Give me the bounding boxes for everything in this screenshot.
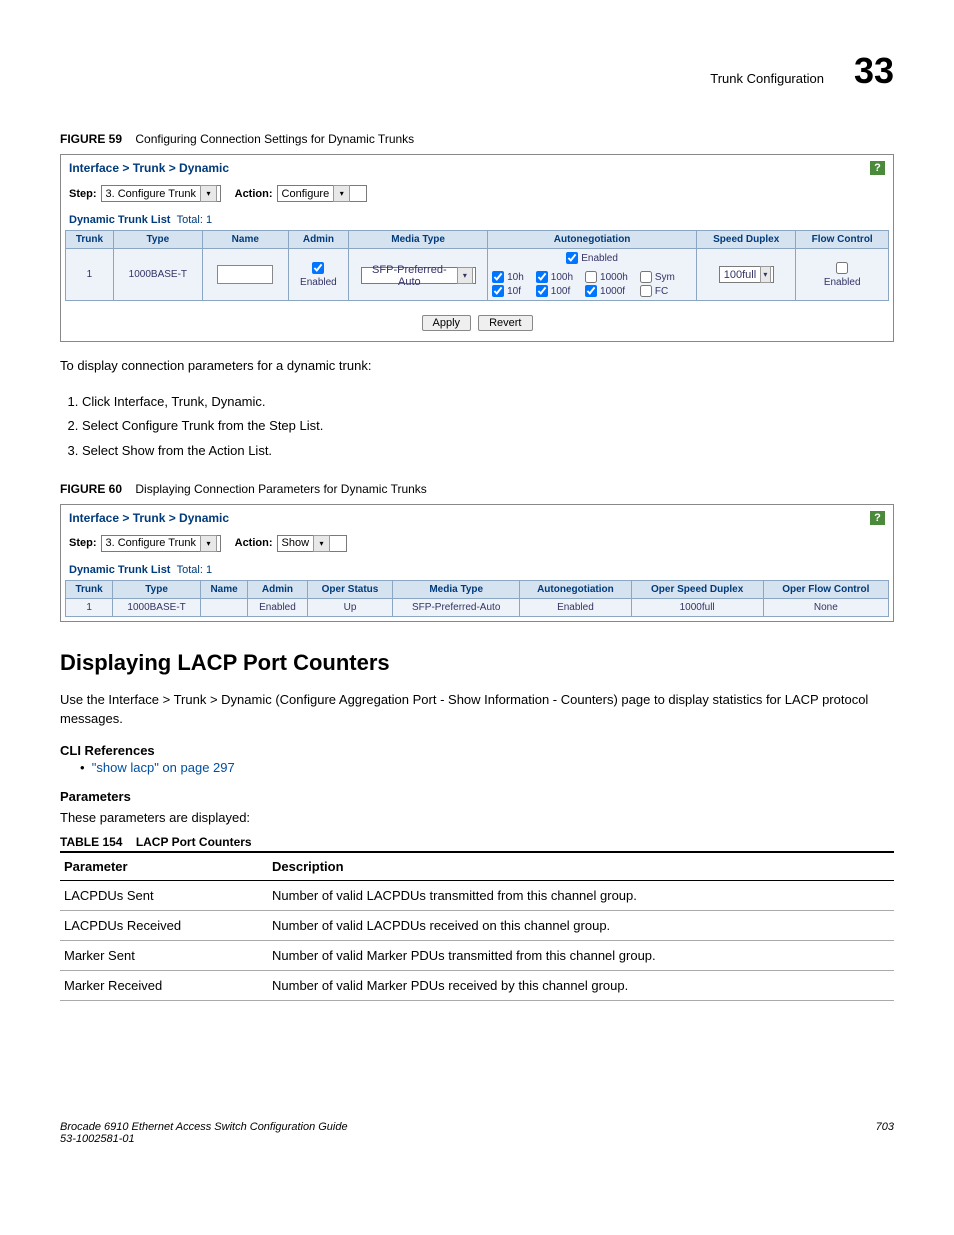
step-item: Select Show from the Action List.: [82, 439, 894, 464]
cli-references-head: CLI References: [60, 743, 894, 758]
step-item: Select Configure Trunk from the Step Lis…: [82, 414, 894, 439]
action-dropdown[interactable]: Show ▾: [277, 535, 347, 552]
footer-docnum: 53-1002581-01: [60, 1133, 348, 1145]
cli-link[interactable]: "show lacp" on page 297: [92, 760, 235, 775]
opt-fc[interactable]: [640, 285, 652, 297]
action-dropdown[interactable]: Configure ▾: [277, 185, 367, 202]
col-ospeed: Oper Speed Duplex: [631, 580, 763, 598]
col-trunk: Trunk: [66, 580, 113, 598]
list-total: Total: 1: [177, 214, 212, 226]
figure60-caption: FIGURE 60 Displaying Connection Paramete…: [60, 482, 894, 496]
admin-label: Enabled: [300, 277, 337, 288]
col-speed: Speed Duplex: [697, 231, 796, 249]
page-footer: Brocade 6910 Ethernet Access Switch Conf…: [60, 1121, 894, 1145]
step-item: Click Interface, Trunk, Dynamic.: [82, 390, 894, 415]
cell-type: 1000BASE-T: [113, 249, 202, 301]
col-type: Type: [113, 231, 202, 249]
opt-100f[interactable]: [536, 285, 548, 297]
opt-1000f[interactable]: [585, 285, 597, 297]
table-row: 1 1000BASE-T Enabled SFP-Preferred-Auto …: [66, 249, 889, 301]
col-name: Name: [202, 231, 288, 249]
step-dropdown[interactable]: 3. Configure Trunk ▾: [101, 535, 221, 552]
flow-checkbox[interactable]: [836, 262, 848, 274]
col-description: Description: [268, 852, 894, 881]
help-icon[interactable]: ?: [870, 161, 885, 175]
col-type: Type: [113, 580, 201, 598]
col-flow: Flow Control: [796, 231, 889, 249]
figure59-caption: FIGURE 59 Configuring Connection Setting…: [60, 132, 894, 146]
help-icon[interactable]: ?: [870, 511, 885, 525]
param-row: LACPDUs SentNumber of valid LACPDUs tran…: [60, 881, 894, 911]
list-title: Dynamic Trunk List: [69, 564, 170, 576]
opt-10h[interactable]: [492, 271, 504, 283]
col-auton: Autonegotiation: [488, 231, 697, 249]
apply-button[interactable]: Apply: [422, 315, 472, 331]
list-total: Total: 1: [177, 564, 212, 576]
col-media: Media Type: [393, 580, 520, 598]
chevron-down-icon: ▾: [200, 185, 217, 202]
opt-1000h[interactable]: [585, 271, 597, 283]
list-title: Dynamic Trunk List: [69, 214, 170, 226]
footer-title: Brocade 6910 Ethernet Access Switch Conf…: [60, 1121, 348, 1133]
chevron-down-icon: ▾: [200, 535, 217, 552]
step-label: Step:: [69, 537, 97, 549]
media-dropdown[interactable]: SFP-Preferred-Auto ▾: [361, 267, 476, 284]
breadcrumb: Interface > Trunk > Dynamic: [69, 161, 229, 175]
chevron-down-icon: ▾: [333, 185, 350, 202]
col-trunk: Trunk: [66, 231, 114, 249]
lacp-intro: Use the Interface > Trunk > Dynamic (Con…: [60, 690, 894, 729]
col-name: Name: [200, 580, 247, 598]
chevron-down-icon: ▾: [457, 267, 473, 284]
col-admin: Admin: [288, 231, 348, 249]
figure59-screenshot: Interface > Trunk > Dynamic ? Step: 3. C…: [60, 154, 894, 342]
figure60-title: Displaying Connection Parameters for Dyn…: [135, 482, 426, 496]
parameters-intro: These parameters are displayed:: [60, 808, 894, 828]
chapter-number: 33: [854, 50, 894, 92]
col-oper: Oper Status: [307, 580, 393, 598]
param-row: Marker SentNumber of valid Marker PDUs t…: [60, 941, 894, 971]
lacp-heading: Displaying LACP Port Counters: [60, 650, 894, 676]
figure59-label: FIGURE 59: [60, 132, 122, 146]
dynamic-trunk-table: Trunk Type Name Admin Media Type Autoneg…: [65, 230, 889, 301]
col-parameter: Parameter: [60, 852, 268, 881]
col-auton: Autonegotiation: [520, 580, 632, 598]
page-header: Trunk Configuration 33: [60, 50, 894, 92]
intro-text: To display connection parameters for a d…: [60, 356, 894, 376]
action-label: Action:: [235, 188, 273, 200]
breadcrumb: Interface > Trunk > Dynamic: [69, 511, 229, 525]
auton-enabled-checkbox[interactable]: [566, 252, 578, 264]
admin-checkbox[interactable]: [312, 262, 324, 274]
flow-label: Enabled: [824, 277, 861, 288]
cell-trunk: 1: [66, 249, 114, 301]
param-row: LACPDUs ReceivedNumber of valid LACPDUs …: [60, 911, 894, 941]
opt-100h[interactable]: [536, 271, 548, 283]
steps-list: Click Interface, Trunk, Dynamic. Select …: [60, 390, 894, 464]
step-dropdown[interactable]: 3. Configure Trunk ▾: [101, 185, 221, 202]
col-admin: Admin: [248, 580, 308, 598]
section-title: Trunk Configuration: [710, 71, 824, 86]
revert-button[interactable]: Revert: [478, 315, 532, 331]
table-row: 1 1000BASE-T Enabled Up SFP-Preferred-Au…: [66, 598, 889, 616]
figure60-screenshot: Interface > Trunk > Dynamic ? Step: 3. C…: [60, 504, 894, 622]
col-oflow: Oper Flow Control: [763, 580, 888, 598]
chevron-down-icon: ▾: [760, 266, 771, 283]
page-number: 703: [876, 1121, 894, 1145]
parameters-head: Parameters: [60, 789, 894, 804]
col-media: Media Type: [349, 231, 488, 249]
table154-caption: TABLE 154 LACP Port Counters: [60, 835, 894, 849]
lacp-port-counters-table: Parameter Description LACPDUs SentNumber…: [60, 851, 894, 1001]
figure59-title: Configuring Connection Settings for Dyna…: [135, 132, 414, 146]
figure60-label: FIGURE 60: [60, 482, 122, 496]
dynamic-trunk-show-table: Trunk Type Name Admin Oper Status Media …: [65, 580, 889, 617]
opt-sym[interactable]: [640, 271, 652, 283]
speed-dropdown[interactable]: 100full ▾: [719, 266, 774, 283]
chevron-down-icon: ▾: [313, 535, 330, 552]
step-label: Step:: [69, 188, 97, 200]
param-row: Marker ReceivedNumber of valid Marker PD…: [60, 971, 894, 1001]
name-input[interactable]: [217, 265, 273, 284]
opt-10f[interactable]: [492, 285, 504, 297]
action-label: Action:: [235, 537, 273, 549]
